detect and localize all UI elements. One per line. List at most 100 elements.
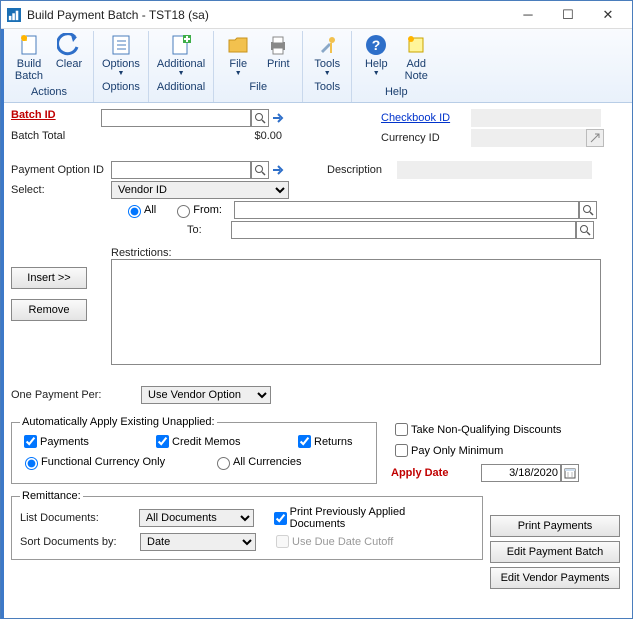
batch-id-label[interactable]: Batch ID (11, 109, 101, 127)
auto-apply-group: Automatically Apply Existing Unapplied: … (11, 416, 377, 484)
ribbon-group-label: Additional (157, 81, 205, 95)
pay-only-minimum-checkbox[interactable]: Pay Only Minimum (391, 441, 567, 460)
arrow-right-icon (271, 111, 285, 125)
ribbon-group-label: Options (102, 81, 140, 95)
apply-date-label: Apply Date (391, 467, 481, 479)
auto-apply-legend: Automatically Apply Existing Unapplied: (20, 416, 217, 428)
printer-icon (266, 33, 290, 57)
batch-id-input[interactable] (101, 109, 251, 127)
credit-memos-checkbox[interactable]: Credit Memos (152, 432, 282, 451)
remittance-group: Remittance: List Documents: All Document… (11, 490, 483, 560)
ribbon-group-label: File (249, 81, 267, 95)
ribbon-group-actions: Build Batch Clear Actions (5, 31, 94, 102)
maximize-button[interactable]: ☐ (548, 3, 588, 27)
take-nonqualifying-checkbox[interactable]: Take Non-Qualifying Discounts (391, 420, 567, 439)
all-currencies-radio[interactable]: All Currencies (212, 454, 301, 470)
chevron-down-icon: ▼ (324, 70, 331, 77)
batch-total-value: $0.00 (101, 130, 286, 142)
currency-expand-button[interactable] (586, 129, 604, 147)
help-icon: ? (364, 33, 388, 57)
select-label: Select: (11, 184, 111, 196)
build-batch-button[interactable]: Build Batch (9, 31, 49, 84)
close-button[interactable]: ✕ (588, 3, 628, 27)
minimize-button[interactable]: ─ (508, 3, 548, 27)
ribbon-group-options: Options ▼ Options (94, 31, 149, 102)
magnifier-icon (579, 224, 591, 236)
use-due-date-cutoff-checkbox: Use Due Date Cutoff (272, 532, 393, 551)
title-bar: Build Payment Batch - TST18 (sa) ─ ☐ ✕ (1, 1, 632, 29)
svg-text:?: ? (372, 37, 381, 53)
ribbon-group-label: Help (385, 86, 408, 100)
magnifier-icon (254, 112, 266, 124)
list-documents-dropdown[interactable]: All Documents (139, 509, 254, 527)
expand-icon (590, 133, 600, 143)
apply-date-calendar-button[interactable] (561, 464, 579, 482)
arrow-right-icon (271, 163, 285, 177)
document-plus-icon (169, 33, 193, 57)
remittance-legend: Remittance: (20, 490, 83, 502)
description-value (397, 161, 592, 179)
calendar-icon (564, 467, 576, 479)
folder-icon (226, 33, 250, 57)
list-documents-label: List Documents: (20, 512, 139, 524)
edit-vendor-payments-button[interactable]: Edit Vendor Payments (490, 567, 620, 589)
to-input[interactable] (231, 221, 576, 239)
all-radio[interactable]: All (123, 202, 156, 218)
print-previously-applied-checkbox[interactable]: Print Previously Applied Documents (270, 506, 462, 530)
checkbook-id-label[interactable]: Checkbook ID (381, 112, 471, 124)
help-button[interactable]: ? Help ▼ (356, 31, 396, 84)
insert-button[interactable]: Insert >> (11, 267, 87, 289)
checkbook-id-value (471, 109, 601, 127)
functional-currency-radio[interactable]: Functional Currency Only (20, 454, 200, 470)
options-button[interactable]: Options ▼ (98, 31, 144, 79)
remove-button[interactable]: Remove (11, 299, 87, 321)
magnifier-icon (582, 204, 594, 216)
undo-arrow-icon (57, 33, 81, 57)
select-dropdown[interactable]: Vendor ID (111, 181, 289, 199)
restrictions-list[interactable] (111, 259, 601, 365)
from-lookup-button[interactable] (579, 201, 597, 219)
edit-payment-batch-button[interactable]: Edit Payment Batch (490, 541, 620, 563)
sort-documents-label: Sort Documents by: (20, 536, 140, 548)
payment-option-id-input[interactable] (111, 161, 251, 179)
window-title: Build Payment Batch - TST18 (sa) (27, 8, 508, 22)
magnifier-icon (254, 164, 266, 176)
from-radio[interactable]: From: (172, 202, 222, 218)
payment-option-lookup-button[interactable] (251, 161, 269, 179)
batch-id-go-button[interactable] (269, 109, 287, 127)
ribbon-group-help: ? Help ▼ Add Note Help (352, 31, 440, 102)
print-button[interactable]: Print (258, 31, 298, 79)
form-body: Batch ID Batch Total $0.00 Checkbook ID … (1, 103, 632, 603)
batch-id-lookup-button[interactable] (251, 109, 269, 127)
window: Build Payment Batch - TST18 (sa) ─ ☐ ✕ B… (0, 0, 633, 619)
ribbon-group-additional: Additional ▼ Additional (149, 31, 214, 102)
checklist-icon (109, 33, 133, 57)
to-lookup-button[interactable] (576, 221, 594, 239)
chevron-down-icon: ▼ (178, 70, 185, 77)
one-payment-per-dropdown[interactable]: Use Vendor Option (141, 386, 271, 404)
chevron-down-icon: ▼ (373, 70, 380, 77)
app-icon (7, 8, 21, 22)
payment-option-go-button[interactable] (269, 161, 287, 179)
payments-checkbox[interactable]: Payments (20, 432, 140, 451)
clear-button[interactable]: Clear (49, 31, 89, 84)
tools-icon (315, 33, 339, 57)
from-input[interactable] (234, 201, 579, 219)
additional-button[interactable]: Additional ▼ (153, 31, 209, 79)
returns-checkbox[interactable]: Returns (294, 432, 353, 451)
file-button[interactable]: File ▼ (218, 31, 258, 79)
ribbon-toolbar: Build Batch Clear Actions Options ▼ Opti… (1, 29, 632, 103)
currency-id-label: Currency ID (381, 132, 471, 144)
print-payments-button[interactable]: Print Payments (490, 515, 620, 537)
document-new-icon (17, 33, 41, 57)
add-note-button[interactable]: Add Note (396, 31, 436, 84)
ribbon-group-label: Tools (314, 81, 340, 95)
restrictions-label: Restrictions: (111, 247, 601, 259)
chevron-down-icon: ▼ (235, 70, 242, 77)
one-payment-per-label: One Payment Per: (11, 389, 141, 401)
tools-button[interactable]: Tools ▼ (307, 31, 347, 79)
apply-date-input[interactable] (481, 464, 561, 482)
sort-documents-dropdown[interactable]: Date (140, 533, 256, 551)
note-new-icon (404, 33, 428, 57)
currency-id-value (471, 129, 586, 147)
